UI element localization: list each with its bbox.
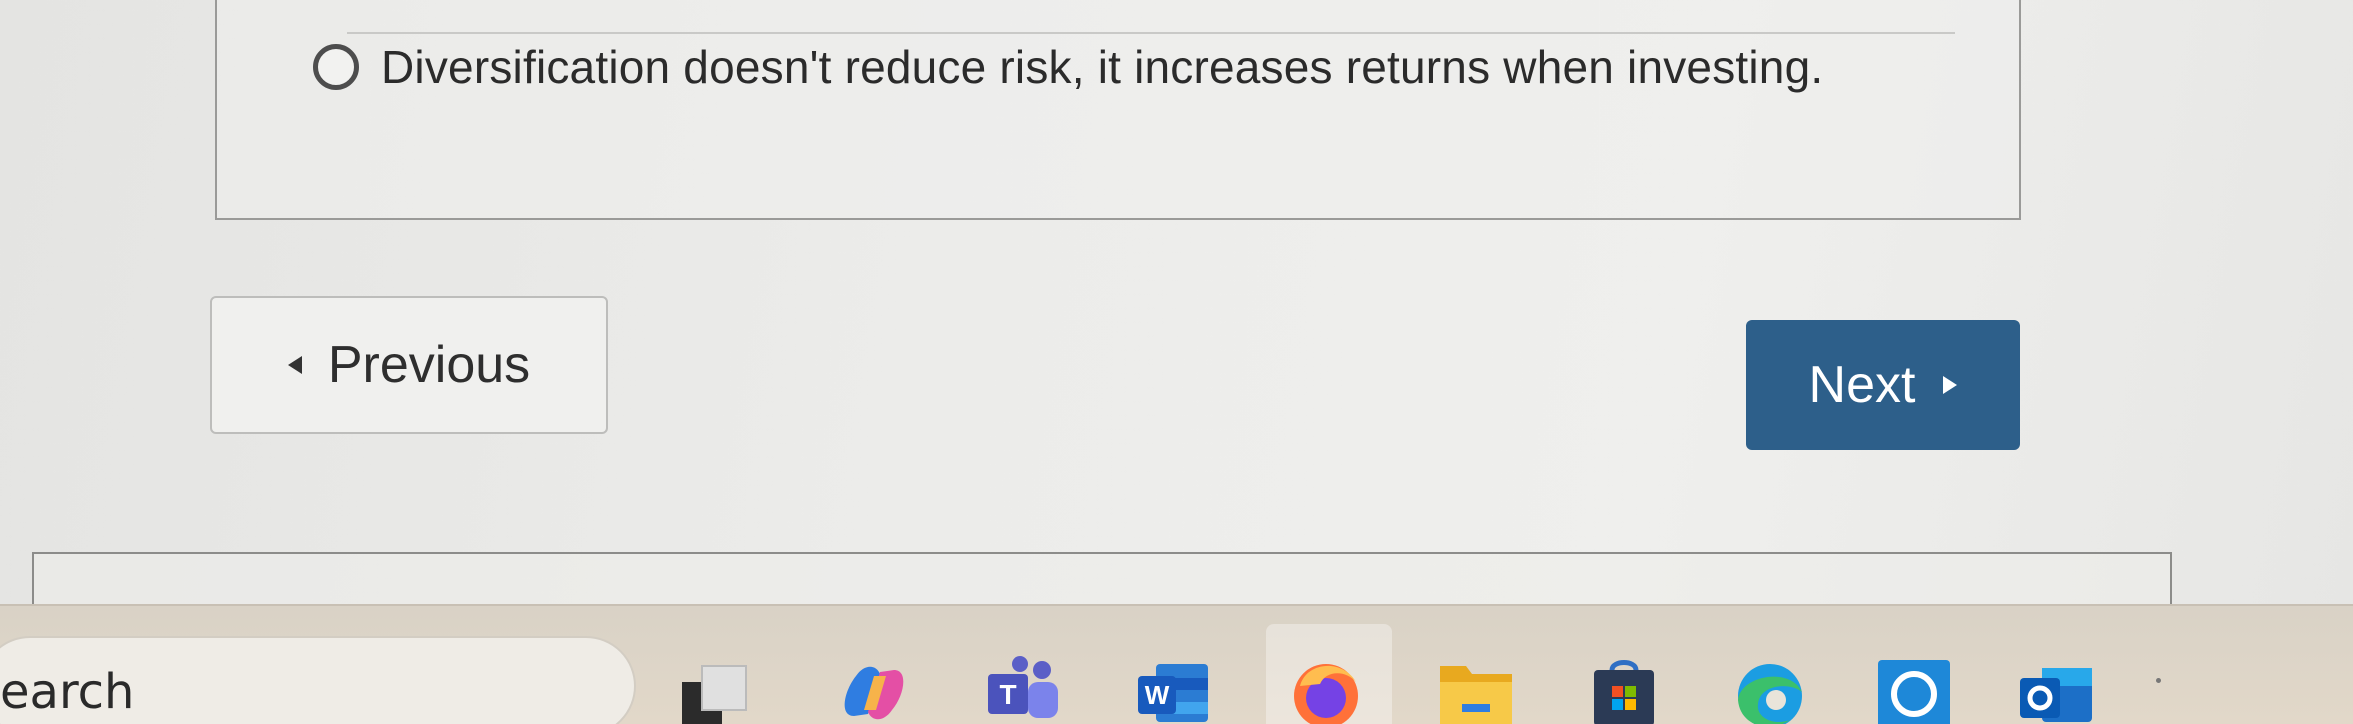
taskbar: earch T W	[0, 604, 2353, 724]
outlook-icon[interactable]	[2016, 656, 2096, 724]
search-label: earch	[0, 664, 135, 720]
edge-icon[interactable]	[1730, 656, 1810, 724]
previous-button[interactable]: Previous	[210, 296, 608, 434]
next-label: Next	[1808, 356, 1916, 414]
option-label: Diversification doesn't reduce risk, it …	[381, 41, 1824, 93]
svg-text:W: W	[1145, 680, 1170, 710]
file-explorer-icon[interactable]	[1436, 656, 1516, 724]
store-icon[interactable]	[1584, 656, 1664, 724]
firefox-icon[interactable]	[1286, 656, 1366, 724]
radio-button[interactable]	[313, 44, 359, 90]
copilot-icon[interactable]	[834, 656, 914, 724]
svg-text:T: T	[999, 679, 1016, 710]
chevron-left-icon	[287, 356, 302, 374]
next-button[interactable]: Next	[1746, 320, 2020, 450]
answer-option-box: Diversification doesn't reduce risk, it …	[215, 0, 2021, 220]
teams-icon[interactable]: T	[984, 656, 1064, 724]
cortana-icon[interactable]	[1874, 656, 1954, 724]
option-divider	[347, 32, 1955, 34]
taskbar-dot	[2156, 678, 2161, 683]
previous-label: Previous	[327, 336, 531, 394]
answer-option[interactable]: Diversification doesn't reduce risk, it …	[313, 40, 1823, 94]
word-icon[interactable]: W	[1134, 656, 1214, 724]
task-view-icon[interactable]	[676, 656, 756, 724]
chevron-right-icon	[1943, 376, 1958, 394]
